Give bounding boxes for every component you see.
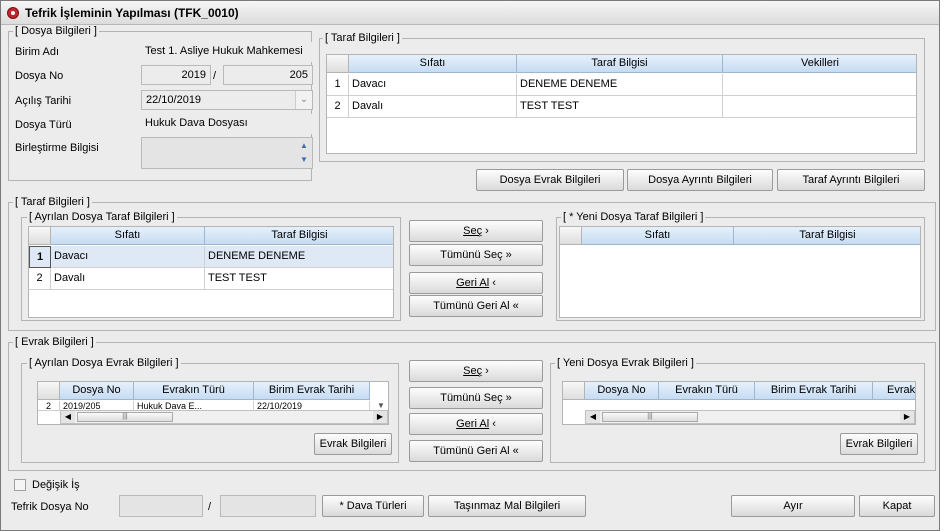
taraf-geri-al-button[interactable]: Geri Al ‹ xyxy=(409,272,543,294)
scroll-thumb[interactable]: ||| xyxy=(77,412,173,422)
table-corner xyxy=(563,382,585,400)
yeni-evrak-label: [ Yeni Dosya Evrak Bilgileri ] xyxy=(555,357,696,369)
dosya-no-label: Dosya No xyxy=(15,70,64,82)
dosya-bilgileri-label: [ Dosya Bilgileri ] xyxy=(13,25,99,37)
scroll-thumb[interactable]: ||| xyxy=(602,412,698,422)
column-header-dosya-no[interactable]: Dosya No xyxy=(585,382,659,400)
horizontal-scrollbar[interactable]: ◀ ||| ▶ xyxy=(60,410,388,424)
taraf-bilgileri-top-label: [ Taraf Bilgileri ] xyxy=(323,32,402,44)
column-header-sifati[interactable]: Sıfatı xyxy=(349,55,517,73)
table-corner xyxy=(38,382,60,400)
spinner-down-icon[interactable]: ▼ xyxy=(297,153,311,166)
table-cell-sifat[interactable]: Davalı xyxy=(349,96,517,118)
column-header-vekilleri[interactable]: Vekilleri xyxy=(723,55,916,73)
tefrik-year-field[interactable] xyxy=(119,495,203,517)
column-header-evrak-turu[interactable]: Evrakın Türü xyxy=(659,382,755,400)
yeni-evrak-table: Dosya No Evrakın Türü Birim Evrak Tarihi… xyxy=(562,381,916,425)
acilis-tarihi-field: 22/10/2019 xyxy=(141,90,313,110)
column-header-dosya-no[interactable]: Dosya No xyxy=(60,382,134,400)
table-cell-vekil[interactable] xyxy=(723,96,916,118)
scroll-left-icon[interactable]: ◀ xyxy=(586,411,600,423)
table-corner xyxy=(29,227,51,245)
column-header-taraf-bilgisi[interactable]: Taraf Bilgisi xyxy=(734,227,920,245)
ayrilan-taraf-table: Sıfatı Taraf Bilgisi 1 Davacı DENEME DEN… xyxy=(28,226,394,318)
dosya-turu-label: Dosya Türü xyxy=(15,119,72,131)
table-cell-taraf[interactable]: TEST TEST xyxy=(517,96,723,118)
main-window: Tefrik İşleminin Yapılması (TFK_0010) [ … xyxy=(0,0,940,531)
kapat-button[interactable]: Kapat xyxy=(859,495,935,517)
table-row-number: 2 xyxy=(29,268,51,290)
scroll-left-icon[interactable]: ◀ xyxy=(61,411,75,423)
chevron-down-icon[interactable]: ⌄ xyxy=(295,91,312,109)
acilis-tarihi-label: Açılış Tarihi xyxy=(15,95,72,107)
ayir-button[interactable]: Ayır xyxy=(731,495,855,517)
yeni-evrak-bilgileri-button[interactable]: Evrak Bilgileri xyxy=(840,433,918,455)
column-header-sifati[interactable]: Sıfatı xyxy=(51,227,205,245)
taraf-top-table: Sıfatı Taraf Bilgisi Vekilleri 1 Davacı … xyxy=(326,54,917,154)
yeni-taraf-label: [ * Yeni Dosya Taraf Bilgileri ] xyxy=(561,211,706,223)
table-row-number: 2 xyxy=(38,401,60,411)
birlestirme-bilgisi-label: Birleştirme Bilgisi xyxy=(15,142,99,154)
table-cell-sifat[interactable]: Davalı xyxy=(51,268,205,290)
taraf-bilgileri-section-label: [ Taraf Bilgileri ] xyxy=(13,196,92,208)
column-header-taraf-bilgisi[interactable]: Taraf Bilgisi xyxy=(517,55,723,73)
dosya-no-separator: / xyxy=(213,70,217,82)
dosya-no-number-field: 205 xyxy=(223,65,313,85)
window-title: Tefrik İşleminin Yapılması (TFK_0010) xyxy=(25,6,239,20)
app-logo-icon xyxy=(7,7,19,19)
evrak-bilgileri-label: [ Evrak Bilgileri ] xyxy=(13,336,96,348)
table-cell-taraf[interactable]: DENEME DENEME xyxy=(205,246,393,268)
yeni-taraf-table: Sıfatı Taraf Bilgisi xyxy=(559,226,921,318)
tefrik-number-field[interactable] xyxy=(220,495,316,517)
column-header-birim-evrak-tarihi[interactable]: Birim Evrak Tarihi xyxy=(254,382,370,400)
dosya-turu-value: Hukuk Dava Dosyası xyxy=(141,114,313,134)
taraf-ayrinti-bilgileri-button[interactable]: Taraf Ayrıntı Bilgileri xyxy=(777,169,925,191)
table-cell-vekil[interactable] xyxy=(723,74,916,96)
degisik-is-checkbox[interactable] xyxy=(14,479,26,491)
birim-adi-label: Birim Adı xyxy=(15,46,60,58)
ayrilan-evrak-bilgileri-button[interactable]: Evrak Bilgileri xyxy=(314,433,392,455)
dosya-evrak-bilgileri-button[interactable]: Dosya Evrak Bilgileri xyxy=(476,169,624,191)
taraf-sec-button[interactable]: Seç › xyxy=(409,220,543,242)
table-corner xyxy=(327,55,349,73)
tefrik-separator: / xyxy=(208,501,212,513)
dosya-no-year-field: 2019 xyxy=(141,65,211,85)
column-header-evrak[interactable]: Evrak xyxy=(873,382,915,400)
taraf-tumunu-geri-al-button[interactable]: Tümünü Geri Al « xyxy=(409,295,543,317)
birlestirme-bilgisi-textarea[interactable] xyxy=(141,137,313,169)
evrak-tumunu-geri-al-button[interactable]: Tümünü Geri Al « xyxy=(409,440,543,462)
column-header-sifati[interactable]: Sıfatı xyxy=(582,227,734,245)
evrak-tumunu-sec-button[interactable]: Tümünü Seç » xyxy=(409,387,543,409)
ayrilan-evrak-table: Dosya No Evrakın Türü Birim Evrak Tarihi… xyxy=(37,381,389,425)
tasinmaz-mal-bilgileri-button[interactable]: Taşınmaz Mal Bilgileri xyxy=(428,495,586,517)
table-cell-taraf[interactable]: TEST TEST xyxy=(205,268,393,290)
horizontal-scrollbar[interactable]: ◀ ||| ▶ xyxy=(585,410,915,424)
column-header-evrak-turu[interactable]: Evrakın Türü xyxy=(134,382,254,400)
spinner-up-icon[interactable]: ▲ xyxy=(297,139,311,152)
dosya-ayrinti-bilgileri-button[interactable]: Dosya Ayrıntı Bilgileri xyxy=(627,169,773,191)
table-cell-sifat[interactable]: Davacı xyxy=(349,74,517,96)
scroll-right-icon[interactable]: ▶ xyxy=(373,411,387,423)
scroll-right-icon[interactable]: ▶ xyxy=(900,411,914,423)
title-bar: Tefrik İşleminin Yapılması (TFK_0010) xyxy=(1,1,939,25)
dava-turleri-button[interactable]: * Dava Türleri xyxy=(322,495,424,517)
taraf-tumunu-sec-button[interactable]: Tümünü Seç » xyxy=(409,244,543,266)
evrak-sec-button[interactable]: Seç › xyxy=(409,360,543,382)
degisik-is-label: Değişik İş xyxy=(32,479,80,491)
tefrik-dosya-no-label: Tefrik Dosya No xyxy=(11,501,89,513)
ayrilan-taraf-label: [ Ayrılan Dosya Taraf Bilgileri ] xyxy=(27,211,177,223)
table-row-number: 1 xyxy=(29,246,51,268)
table-corner xyxy=(560,227,582,245)
table-cell-sifat[interactable]: Davacı xyxy=(51,246,205,268)
birim-adi-value: Test 1. Asliye Hukuk Mahkemesi xyxy=(141,42,313,62)
column-header-taraf-bilgisi[interactable]: Taraf Bilgisi xyxy=(205,227,393,245)
column-header-birim-evrak-tarihi[interactable]: Birim Evrak Tarihi xyxy=(755,382,873,400)
evrak-geri-al-button[interactable]: Geri Al ‹ xyxy=(409,413,543,435)
ayrilan-evrak-label: [ Ayrılan Dosya Evrak Bilgileri ] xyxy=(27,357,181,369)
table-cell-taraf[interactable]: DENEME DENEME xyxy=(517,74,723,96)
table-row-number: 2 xyxy=(327,96,349,118)
table-row-number: 1 xyxy=(327,74,349,96)
